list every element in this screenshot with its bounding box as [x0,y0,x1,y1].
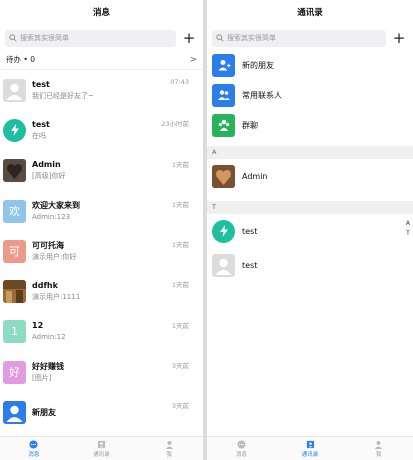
page-title: 通讯录 [297,8,323,18]
add-user-icon [212,53,235,77]
conversation-item[interactable]: ddfhk 演示用户:1111 1天前 [0,271,203,311]
tab-label: 通讯录 [93,451,110,458]
index-letter[interactable]: T [406,229,410,239]
contacts-icon [212,83,235,107]
group-icon [212,113,235,137]
conversation-preview: [图片] [32,373,52,382]
chat-icon [29,439,38,449]
lightning-icon [3,118,26,142]
conversation-preview: 演示用户:你好 [32,252,77,261]
avatar: 可 [3,239,26,263]
search-placeholder: 搜索其实很简单 [20,34,69,42]
chat-icon [237,439,246,449]
conversation-item[interactable]: 新朋友 3天前 [0,392,203,432]
conversation-preview: [高级]你好 [32,172,66,181]
conversation-item[interactable]: Admin [高级]你好 1天前 [0,151,203,191]
photo-avatar [212,164,235,188]
avatar: 好 [3,360,26,384]
conversation-preview: Admin:123 [32,212,71,221]
avatar: 欢 [3,199,26,223]
add-button[interactable]: + [390,29,408,47]
user-placeholder-icon [212,253,235,277]
contact-name: test [242,226,258,236]
tab-contacts[interactable]: 通讯录 [276,437,345,460]
conversation-time: 1天前 [171,321,189,330]
pending-row[interactable]: 待办 • 0 > [0,50,203,70]
conversation-item[interactable]: 欢 欢迎大家来到 Admin:123 1天前 [0,191,203,231]
conversation-time: 23小时前 [161,120,189,129]
user-placeholder-icon [3,401,26,425]
chevron-right-icon: > [189,54,197,65]
search-row: 搜索其实很简单 + [207,26,413,50]
pending-label: 待办 • 0 [6,55,35,64]
contact-item[interactable]: test [207,248,413,282]
conversation-item[interactable]: 好 好好赚钱 [图片] 3天前 [0,352,203,392]
index-letter[interactable]: A [406,219,410,229]
tab-bar: 消息 通讯录 我 [0,436,203,460]
entry-label: 群聊 [242,120,258,130]
search-placeholder: 搜索其实很简单 [227,34,276,42]
conversation-time: 3天前 [171,362,189,371]
contact-item[interactable]: Admin [207,159,413,193]
contact-item[interactable]: test [207,214,413,248]
contacts-screen: 通讯录 搜索其实很简单 + 新的朋友 常用联系人 群聊 A Admin T te… [207,0,413,460]
tab-messages[interactable]: 消息 [0,437,68,460]
tab-label: 消息 [28,451,40,458]
tab-label: 我 [375,451,382,458]
section-header: T [207,201,413,214]
new-friends-entry[interactable]: 新的朋友 [207,50,413,80]
messages-screen: 消息 搜索其实很简单 + 待办 • 0 > test 我们已经是好友了~ 07:4… [0,0,203,460]
conversation-preview: 我们已经是好友了~ [32,91,94,100]
conversation-item[interactable]: 1 12 Admin:12 1天前 [0,312,203,352]
conversation-preview: 演示用户:1111 [32,293,81,302]
search-icon [9,34,17,42]
conversation-time: 07:43 [170,78,189,86]
conversation-item[interactable]: test 在吗 23小时前 [0,110,203,150]
tab-label: 消息 [235,451,247,458]
profile-icon [375,440,383,449]
tab-me[interactable]: 我 [135,437,203,460]
entry-label: 新的朋友 [242,60,274,70]
contact-name: Admin [242,171,268,181]
contact-name: test [242,260,258,270]
conversation-time: 1天前 [171,241,189,250]
tab-bar: 消息 通讯录 我 [207,436,413,460]
section-header: A [207,146,413,159]
contacts-book-icon [97,440,106,448]
conversation-item[interactable]: 可 可可托海 演示用户:你好 1天前 [0,231,203,271]
conversation-preview: Admin:12 [32,333,66,342]
search-row: 搜索其实很简单 + [0,26,203,50]
conversation-preview: 在吗 [32,131,46,140]
conversation-time: 3天前 [171,402,189,411]
conversation-time: 1天前 [171,200,189,209]
search-icon [216,34,224,42]
avatar: 1 [3,320,26,344]
alphabet-index[interactable]: A T [406,219,410,239]
page-title: 消息 [92,8,110,18]
tab-label: 我 [166,451,172,458]
frequent-contacts-entry[interactable]: 常用联系人 [207,80,413,110]
entry-label: 常用联系人 [242,90,282,100]
tab-contacts[interactable]: 通讯录 [68,437,136,460]
profile-icon [165,440,173,449]
lightning-icon [212,219,235,243]
tab-label: 通讯录 [301,451,319,458]
tab-me[interactable]: 我 [344,437,413,460]
photo-avatar [3,159,26,183]
search-input[interactable]: 搜索其实很简单 [5,29,176,47]
photo-avatar [3,280,26,304]
group-chat-entry[interactable]: 群聊 [207,110,413,140]
conversation-time: 1天前 [171,281,189,290]
add-button[interactable]: + [180,29,198,47]
contacts-book-icon [306,440,314,448]
user-placeholder-icon [3,78,26,102]
conversation-item[interactable]: test 我们已经是好友了~ 07:43 [0,70,203,110]
tab-messages[interactable]: 消息 [207,437,276,460]
search-input[interactable]: 搜索其实很简单 [212,29,386,47]
conversation-time: 1天前 [171,160,189,169]
